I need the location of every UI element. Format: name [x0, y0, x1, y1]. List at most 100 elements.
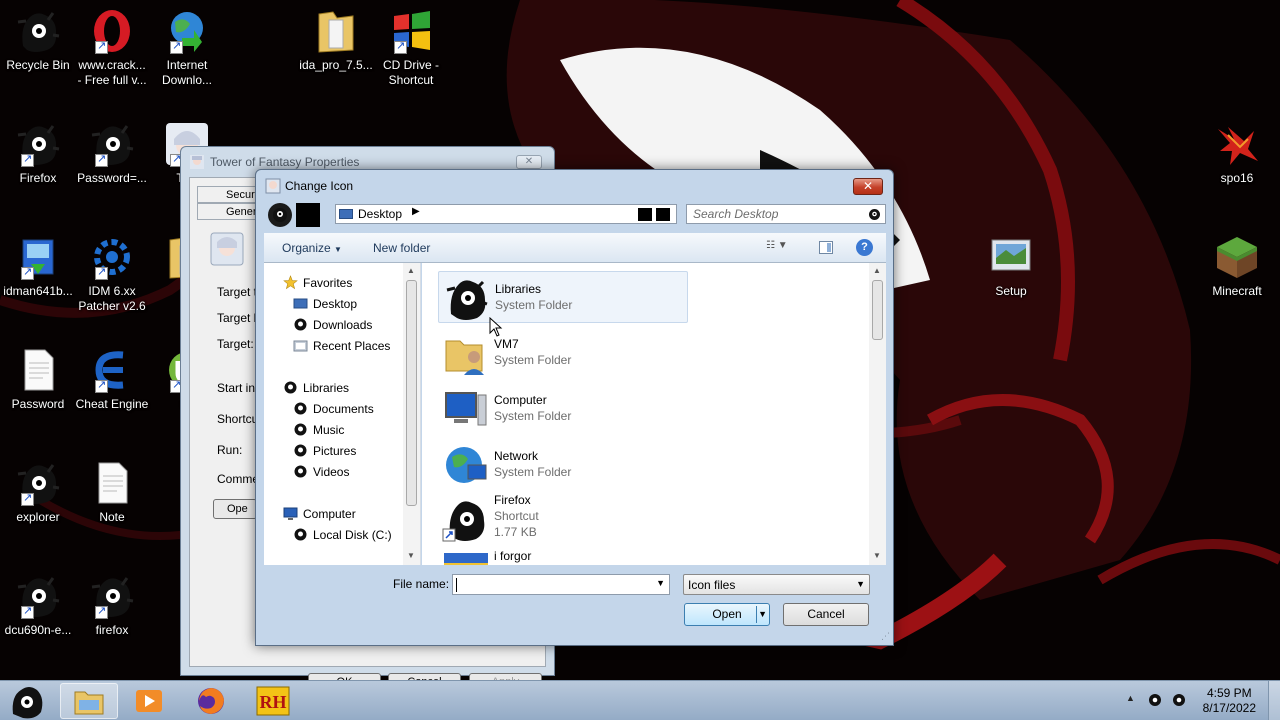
file-item-libraries[interactable]: Libraries System Folder: [438, 271, 688, 323]
system-clock[interactable]: 4:59 PM 8/17/2022: [1203, 686, 1256, 716]
nav-scroll-thumb[interactable]: [406, 280, 417, 506]
cancel-button[interactable]: Cancel: [783, 603, 869, 626]
desktop-icon[interactable]: spo16: [1199, 121, 1275, 186]
file-list[interactable]: Libraries System Folder VM7 System Folde…: [422, 263, 886, 565]
nav-downloads[interactable]: Downloads: [293, 317, 372, 332]
nav-desktop[interactable]: Desktop: [293, 296, 357, 311]
chevron-right-icon[interactable]: ▶: [412, 206, 420, 217]
address-bar[interactable]: Desktop ▶: [335, 204, 677, 224]
address-history-button[interactable]: [638, 208, 652, 221]
desktop-icon[interactable]: Password: [0, 347, 76, 412]
file-name-network: Network: [494, 449, 539, 463]
taskbar-explorer[interactable]: [60, 683, 118, 719]
text-caret: [456, 578, 457, 592]
open-file-location-button[interactable]: Ope: [213, 499, 257, 519]
desktop-icon-label: Password=...: [77, 171, 147, 185]
nav-pictures[interactable]: Pictures: [293, 443, 356, 458]
shortcut-arrow-icon: [394, 39, 407, 54]
nav-computer[interactable]: Computer: [283, 506, 356, 521]
nav-favorites-label: Favorites: [303, 275, 353, 290]
nav-downloads-label: Downloads: [313, 317, 373, 332]
desktop-icon[interactable]: explorer: [0, 460, 76, 525]
open-button[interactable]: Open ▼: [684, 603, 770, 626]
refresh-button[interactable]: [656, 208, 670, 221]
file-list-scrollbar[interactable]: ▲ ▼: [869, 263, 886, 565]
file-item-firefox[interactable]: Firefox Shortcut 1.77 KB: [438, 489, 688, 549]
user-folder-icon: [445, 340, 484, 375]
file-item-vm7[interactable]: VM7 System Folder: [438, 327, 688, 379]
show-desktop-button[interactable]: [1268, 681, 1280, 720]
taskbar-firefox[interactable]: [182, 683, 240, 719]
desktop-icon[interactable]: Minecraft: [1199, 234, 1275, 299]
desktop-icon[interactable]: ida_pro_7.5...: [298, 8, 374, 73]
desktop-icon[interactable]: www.crack... - Free full v...: [74, 8, 150, 88]
desktop-icon[interactable]: IDM 6.xx Patcher v2.6: [74, 234, 150, 314]
desktop-icon[interactable]: Recycle Bin: [0, 8, 76, 73]
nav-recent-places[interactable]: Recent Places: [293, 338, 390, 353]
opera-icon: [89, 8, 135, 54]
desktop-icon[interactable]: idman641b...: [0, 234, 76, 299]
grass-block-icon: [1214, 234, 1260, 280]
show-hidden-icons-button[interactable]: ▲: [1126, 693, 1135, 703]
nav-music[interactable]: Music: [293, 422, 344, 437]
nav-scrollbar[interactable]: ▲ ▼: [403, 263, 420, 565]
nav-libraries[interactable]: Libraries: [283, 380, 349, 395]
desktop-icon[interactable]: Setup: [973, 234, 1049, 299]
taskbar-media-player[interactable]: [120, 683, 178, 719]
desktop-icon[interactable]: Internet Downlo...: [149, 8, 225, 88]
file-name-field[interactable]: ▼: [452, 574, 670, 595]
nav-favorites[interactable]: Favorites: [283, 275, 352, 290]
file-name-firefox: Firefox: [494, 493, 531, 507]
dialog-close-button[interactable]: ✕: [853, 178, 883, 195]
shadow-creature-icon: [273, 208, 287, 222]
help-button[interactable]: ?: [856, 239, 873, 256]
desktop-icon[interactable]: Firefox: [0, 121, 76, 186]
properties-close-button[interactable]: ✕: [516, 155, 542, 169]
chevron-down-icon[interactable]: ▼: [758, 604, 767, 625]
scroll-up-arrow[interactable]: ▲: [873, 266, 881, 275]
shadow-creature-icon: [15, 460, 61, 506]
desktop-icon[interactable]: Note: [74, 460, 150, 525]
nav-local-disk[interactable]: Local Disk (C:): [293, 527, 392, 542]
command-toolbar: Organize ▼ New folder ☷ ▼ ?: [264, 233, 886, 263]
resize-grip[interactable]: ⋰: [881, 631, 890, 642]
desktop-icon[interactable]: Password=...: [74, 121, 150, 186]
shadow-creature-icon[interactable]: [1172, 693, 1186, 707]
new-folder-button[interactable]: New folder: [373, 241, 430, 255]
back-button[interactable]: [268, 203, 292, 227]
chevron-down-icon[interactable]: ▼: [656, 578, 665, 588]
nav-videos[interactable]: Videos: [293, 464, 349, 479]
change-icon-dialog[interactable]: Change Icon ✕ Desktop ▶ Search Desktop O…: [255, 169, 894, 646]
forward-button[interactable]: [296, 203, 320, 227]
desktop-icon[interactable]: CD Drive - Shortcut: [373, 8, 449, 88]
file-name-label: File name:: [393, 577, 450, 591]
file-list-scroll-thumb[interactable]: [872, 280, 883, 340]
preview-pane-button[interactable]: [819, 241, 833, 254]
scroll-down-arrow[interactable]: ▼: [873, 551, 881, 560]
scroll-down-arrow[interactable]: ▼: [407, 551, 415, 560]
shadow-creature-icon: [294, 444, 307, 457]
desktop-icon-label: dcu690n-e...: [4, 623, 72, 637]
desktop-icon[interactable]: dcu690n-e...: [0, 573, 76, 638]
file-item-computer[interactable]: Computer System Folder: [438, 383, 688, 435]
navigation-pane[interactable]: Favorites Desktop Downloads Recent Place…: [264, 263, 421, 565]
organize-button[interactable]: Organize ▼: [282, 241, 342, 255]
desktop-icon[interactable]: Cheat Engine: [74, 347, 150, 412]
address-desktop-crumb[interactable]: Desktop: [358, 207, 402, 221]
desktop-icon[interactable]: firefox: [74, 573, 150, 638]
desktop-icon-label: Internet Downlo...: [161, 58, 213, 87]
taskbar-rh-app[interactable]: RH: [244, 683, 302, 719]
firefox-icon: [198, 688, 224, 714]
shortcut-arrow-icon: [95, 604, 108, 619]
scroll-up-arrow[interactable]: ▲: [407, 266, 415, 275]
file-type-firefox: Shortcut: [494, 509, 539, 523]
nav-documents[interactable]: Documents: [293, 401, 374, 416]
file-type-select[interactable]: Icon files ▼: [683, 574, 870, 595]
file-item-i-forgor[interactable]: i forgor: [438, 549, 688, 565]
start-button[interactable]: [0, 683, 52, 719]
change-view-button[interactable]: ☷ ▼: [766, 240, 796, 255]
shadow-creature-icon[interactable]: [1148, 693, 1162, 707]
file-item-network[interactable]: Network System Folder: [438, 439, 688, 491]
nav-music-label: Music: [313, 422, 345, 437]
search-input[interactable]: Search Desktop: [686, 204, 886, 224]
